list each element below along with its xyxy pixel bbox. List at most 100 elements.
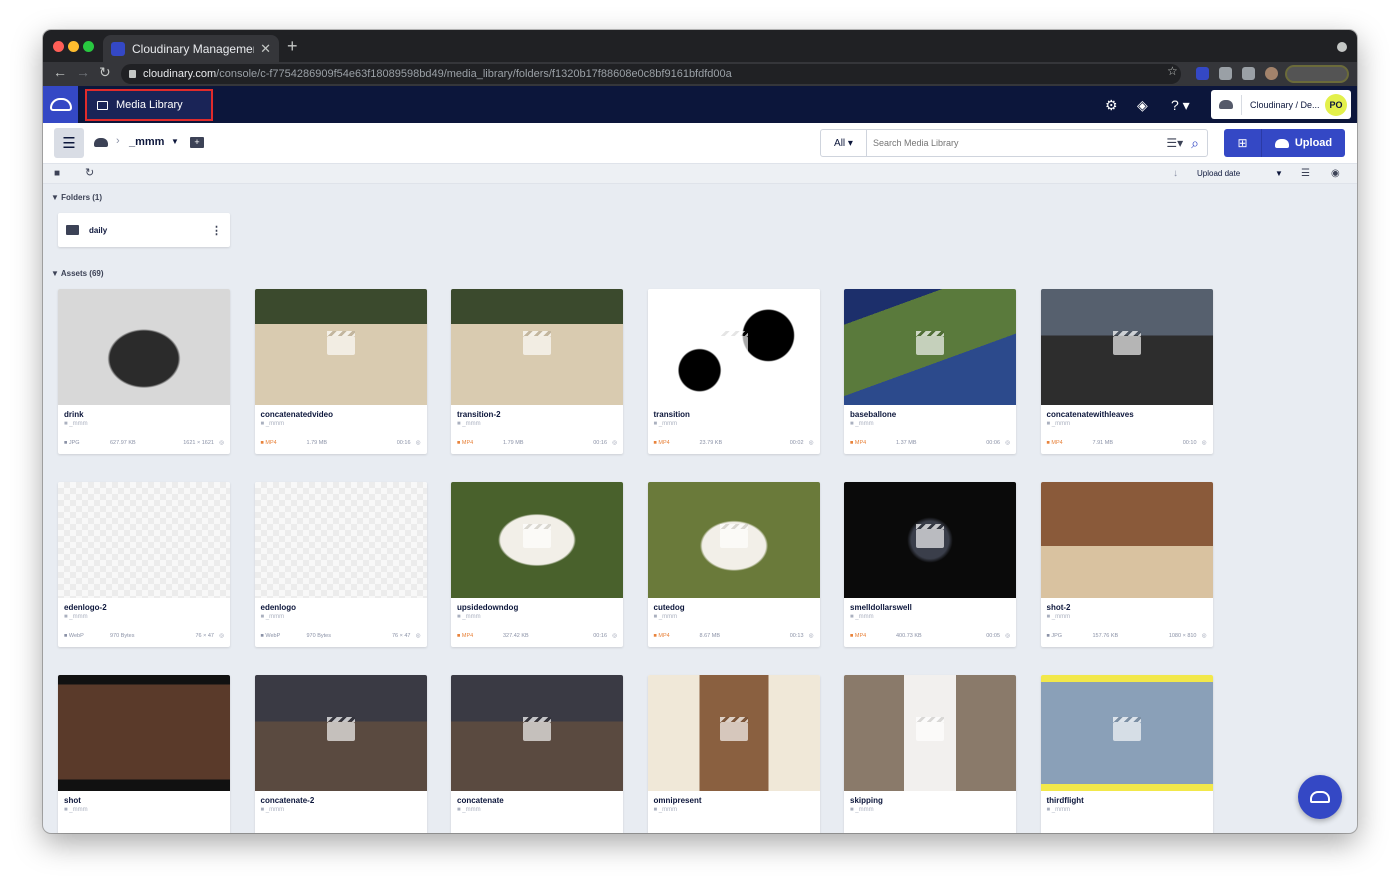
new-folder-icon[interactable]: + bbox=[190, 137, 204, 148]
folder-card[interactable]: daily ⋮ bbox=[58, 213, 230, 247]
asset-thumbnail[interactable] bbox=[844, 675, 1016, 791]
library-toolbar: ☰ › _mmm ▼ + All ▾ ☰▾ ⌕ ⊞ Upload bbox=[43, 123, 1357, 164]
asset-thumbnail[interactable] bbox=[451, 289, 623, 405]
browser-tab[interactable]: Cloudinary Management Conso ✕ bbox=[103, 35, 279, 62]
asset-card[interactable]: drink ■ _mmm ■ JPG 627.97 KB 1621 × 1621 ◎ bbox=[58, 289, 230, 454]
asset-card[interactable]: transition-2 ■ _mmm ■ MP4 1.79 MB 00:16 ◎ bbox=[451, 289, 623, 454]
cloudinary-logo-icon[interactable] bbox=[43, 86, 78, 123]
asset-meta: ■ MP4 1.37 MB 00:06 ◎ bbox=[850, 440, 1010, 446]
back-icon[interactable]: ← bbox=[53, 64, 67, 80]
cloudinary-assistant-button[interactable] bbox=[1298, 775, 1342, 819]
asset-card[interactable]: upsidedowndog ■ _mmm ■ MP4 327.42 KB 00:16 ◎ bbox=[451, 482, 623, 647]
browser-toolbar: ← → ↻ cloudinary.com /console/c-f7754286… bbox=[43, 62, 1357, 86]
view-toolbar: ■ ↻ ↓ Upload date ▼ ☰ ◉ bbox=[43, 164, 1357, 184]
asset-size: 970 Bytes bbox=[306, 633, 331, 639]
asset-thumbnail[interactable] bbox=[647, 675, 820, 791]
refresh-icon[interactable]: ↻ bbox=[85, 166, 94, 179]
asset-thumbnail[interactable] bbox=[254, 675, 427, 791]
asset-card[interactable]: concatenate-2 ■ _mmm bbox=[254, 675, 427, 833]
folder-caret-icon[interactable]: ▼ bbox=[171, 137, 179, 146]
sort-caret-icon[interactable]: ▼ bbox=[1275, 169, 1283, 178]
filter-sliders-icon[interactable]: ☰▾ bbox=[1166, 136, 1183, 150]
reload-icon[interactable]: ↻ bbox=[99, 64, 111, 81]
reading-list-icon[interactable] bbox=[1242, 67, 1255, 80]
layers-icon[interactable]: ◈ bbox=[1137, 97, 1148, 114]
sort-dropdown[interactable]: Upload date bbox=[1197, 169, 1240, 178]
profile-avatar-icon[interactable] bbox=[1265, 67, 1278, 80]
hamburger-menu-icon[interactable]: ☰ bbox=[54, 128, 84, 158]
asset-thumbnail[interactable] bbox=[1040, 482, 1213, 598]
asset-card[interactable]: thirdflight ■ _mmm bbox=[1040, 675, 1213, 833]
upload-button[interactable]: Upload bbox=[1262, 129, 1345, 157]
asset-card[interactable]: smelldollarswell ■ _mmm ■ MP4 400.73 KB 00:0… bbox=[844, 482, 1016, 647]
asset-thumbnail[interactable] bbox=[58, 675, 230, 791]
forward-icon[interactable]: → bbox=[76, 64, 90, 80]
help-icon[interactable]: ? ▾ bbox=[1171, 97, 1190, 114]
asset-thumbnail[interactable] bbox=[58, 482, 230, 598]
minimize-window-dot[interactable] bbox=[68, 41, 79, 52]
folder-more-icon[interactable]: ⋮ bbox=[211, 224, 222, 237]
asset-card[interactable]: skipping ■ _mmm bbox=[844, 675, 1016, 833]
zoom-window-dot[interactable] bbox=[83, 41, 94, 52]
asset-dimensions: 00:02 bbox=[789, 440, 804, 446]
generate-icon[interactable]: ⊞ bbox=[1224, 129, 1262, 157]
list-view-icon[interactable]: ☰ bbox=[1301, 168, 1310, 179]
cloudinary-extension-icon[interactable] bbox=[1196, 67, 1209, 80]
settings-gear-icon[interactable]: ⚙ bbox=[1105, 97, 1118, 114]
address-bar[interactable]: cloudinary.com /console/c-f7754286909f54… bbox=[121, 64, 1181, 84]
asset-card[interactable]: baseballone ■ _mmm ■ MP4 1.37 MB 00:06 ◎ bbox=[844, 289, 1016, 454]
asset-thumbnail[interactable] bbox=[451, 675, 623, 791]
asset-name: cutedog bbox=[653, 603, 685, 612]
asset-card[interactable]: concatenatedvideo ■ _mmm ■ MP4 1.79 MB 00:16… bbox=[254, 289, 427, 454]
asset-folder-name: _mmm bbox=[855, 614, 874, 620]
profile-pill[interactable] bbox=[1285, 65, 1349, 83]
search-scope-dropdown[interactable]: All ▾ bbox=[821, 130, 867, 156]
asset-card[interactable]: shot-2 ■ _mmm ■ JPG 157.76 KB 1080 × 810 ◎ bbox=[1040, 482, 1213, 647]
preview-eye-icon[interactable]: ◉ bbox=[1331, 168, 1340, 179]
new-tab-icon[interactable]: + bbox=[287, 36, 298, 57]
close-window-dot[interactable] bbox=[53, 41, 64, 52]
bookmark-star-icon[interactable]: ☆ bbox=[1167, 64, 1178, 78]
user-avatar[interactable]: PO bbox=[1325, 93, 1347, 116]
asset-thumbnail[interactable] bbox=[58, 289, 230, 405]
asset-card[interactable]: transition ■ _mmm ■ MP4 23.79 KB 00:02 ◎ bbox=[647, 289, 820, 454]
asset-thumbnail[interactable] bbox=[647, 482, 820, 598]
root-cloud-icon[interactable] bbox=[94, 138, 108, 147]
asset-folder: ■ _mmm bbox=[260, 421, 285, 427]
asset-format-label: MP4 bbox=[1051, 440, 1063, 446]
asset-thumbnail[interactable] bbox=[1040, 675, 1213, 791]
asset-card[interactable]: omnipresent ■ _mmm bbox=[647, 675, 820, 833]
image-icon bbox=[97, 100, 108, 110]
cloud-icon bbox=[1219, 100, 1233, 109]
asset-card[interactable]: shot ■ _mmm bbox=[58, 675, 230, 833]
asset-thumbnail[interactable] bbox=[254, 289, 427, 405]
folder-tree-icon[interactable]: ■ bbox=[54, 168, 60, 179]
asset-card[interactable]: concatenate ■ _mmm bbox=[451, 675, 623, 833]
folders-section-toggle[interactable]: ▼ Folders (1) bbox=[51, 193, 102, 202]
asset-folder-name: _mmm bbox=[462, 807, 481, 813]
asset-card[interactable]: edenlogo ■ _mmm ■ WebP 970 Bytes 76 × 47 ◎ bbox=[254, 482, 427, 647]
assets-section-toggle[interactable]: ▼ Assets (69) bbox=[51, 269, 104, 278]
media-library-tab[interactable]: Media Library bbox=[85, 89, 213, 121]
asset-card[interactable]: concatenatewithleaves ■ _mmm ■ MP4 7.91 MB 0… bbox=[1040, 289, 1213, 454]
asset-thumbnail[interactable] bbox=[844, 289, 1016, 405]
asset-dimensions: 00:10 bbox=[1182, 440, 1197, 446]
search-icon[interactable]: ⌕ bbox=[1191, 135, 1199, 152]
asset-thumbnail[interactable] bbox=[1040, 289, 1213, 405]
asset-card[interactable]: cutedog ■ _mmm ■ MP4 8.67 MB 00:13 ◎ bbox=[647, 482, 820, 647]
account-switcher[interactable]: Cloudinary / De... PO bbox=[1211, 90, 1351, 119]
search-input[interactable] bbox=[867, 138, 1167, 148]
asset-card[interactable]: edenlogo-2 ■ _mmm ■ WebP 970 Bytes 76 × 47 ◎ bbox=[58, 482, 230, 647]
asset-thumbnail[interactable] bbox=[844, 482, 1016, 598]
sort-direction-icon[interactable]: ↓ bbox=[1173, 168, 1178, 179]
asset-thumbnail[interactable] bbox=[647, 289, 820, 405]
breadcrumb-current-folder[interactable]: _mmm bbox=[129, 136, 164, 148]
asset-thumbnail[interactable] bbox=[451, 482, 623, 598]
breadcrumb-chevron-icon: › bbox=[116, 135, 120, 147]
tab-search-icon[interactable] bbox=[1337, 42, 1347, 52]
asset-thumbnail[interactable] bbox=[254, 482, 427, 598]
asset-format: ■ WebP bbox=[64, 633, 84, 639]
video-clapper-icon bbox=[916, 717, 944, 741]
extensions-puzzle-icon[interactable] bbox=[1219, 67, 1232, 80]
close-tab-icon[interactable]: ✕ bbox=[260, 41, 271, 57]
